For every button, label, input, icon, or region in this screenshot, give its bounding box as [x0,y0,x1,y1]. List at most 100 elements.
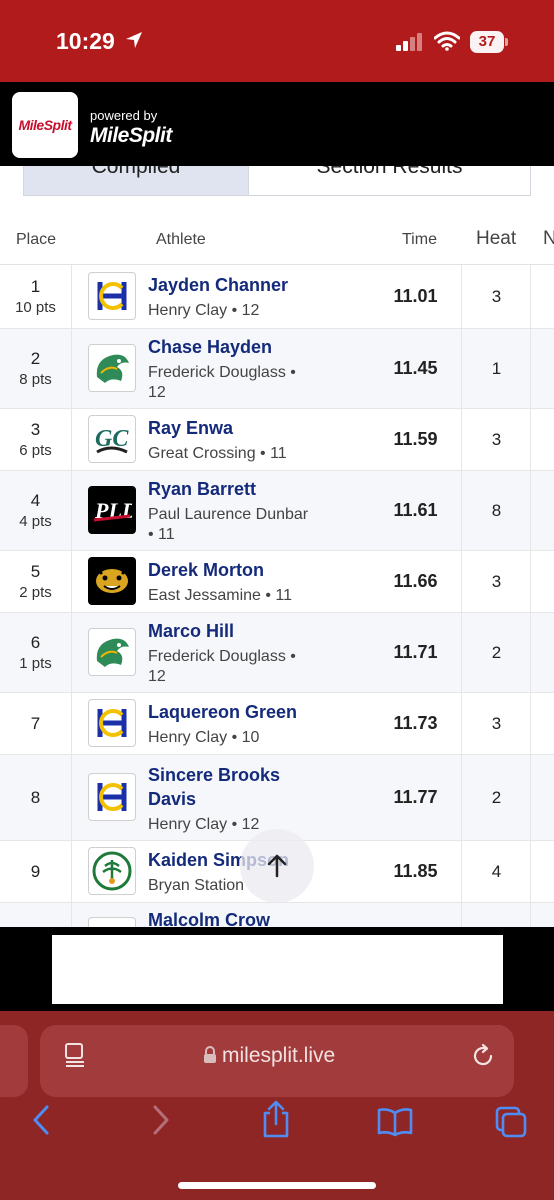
time-cell: 11.66 [370,551,462,612]
table-row[interactable]: 5 2 pts Derek Morton East Jessamine • 11… [0,551,554,613]
place-cell: 5 2 pts [0,551,72,612]
table-row[interactable]: 3 6 pts GC Ray Enwa Great Crossing • 11 … [0,409,554,471]
previous-tab-peek[interactable] [0,1025,28,1097]
column-header-heat[interactable]: Heat [476,228,516,250]
time-cell: 11.77 [370,755,462,840]
place-points: 4 pts [19,513,52,530]
table-row[interactable]: 1 10 pts Jayden Channer Henry Clay • 12 … [0,265,554,329]
place-points: 8 pts [19,371,52,388]
athlete-name-link[interactable]: Chase Hayden [148,337,272,358]
team-logo [88,917,136,927]
athlete-name-link[interactable]: Ryan Barrett [148,479,256,500]
status-bar: 10:29 37 [0,0,554,82]
place-cell: 8 [0,755,72,840]
table-row[interactable]: Malcolm Crow [0,903,554,927]
heat-cell [463,903,531,927]
table-row[interactable]: 4 4 pts PLD Ryan Barrett Paul Laurence D… [0,471,554,551]
place-points: 6 pts [19,442,52,459]
place-cell: 7 [0,693,72,754]
battery-level: 37 [470,31,504,53]
place-cell: 4 4 pts [0,471,72,550]
time-cell: 11.85 [370,841,462,902]
place-cell: 6 1 pts [0,613,72,692]
place-points: 10 pts [15,299,56,316]
home-indicator [178,1182,376,1189]
site-header: MileSplit powered by MileSplit [0,82,554,166]
milesplit-logo[interactable]: MileSplit [12,92,78,158]
time-cell: 11.45 [370,329,462,408]
place-cell: 3 6 pts [0,409,72,470]
ad-placeholder[interactable] [52,935,503,1004]
tab-section-results[interactable]: Section Results [248,166,531,196]
athlete-name-link[interactable]: Sincere Brooks Davis [148,763,318,811]
column-header-athlete[interactable]: Athlete [156,231,206,249]
athlete-school: Henry Clay • 10 [148,729,260,746]
place-points: 2 pts [19,584,52,601]
url-text[interactable]: milesplit.live [222,1044,335,1068]
powered-by-label: powered by [90,108,158,123]
time-cell [370,903,462,927]
tabs-icon[interactable] [494,1105,528,1139]
place-number: 7 [30,713,41,733]
great-crossing-logo: GC [88,415,136,463]
athlete-name-link[interactable]: Ray Enwa [148,418,233,439]
forward-icon[interactable] [150,1103,172,1137]
time-cell: 11.61 [370,471,462,550]
athlete-school: Frederick Douglass • 12 [148,648,296,685]
column-header-overflow[interactable]: N [543,228,554,250]
place-number: 8 [30,787,41,807]
browser-toolbar: milesplit.live [0,1011,554,1200]
heat-cell: 4 [463,841,531,902]
athlete-school: Great Crossing • 11 [148,445,287,462]
heat-cell: 3 [463,551,531,612]
arrow-up-icon [267,854,287,878]
place-number: 1 [30,277,41,296]
place-number: 9 [30,861,41,881]
tab-compiled[interactable]: Compiled [23,166,248,196]
place-cell [0,903,72,927]
scroll-to-top-button[interactable] [240,829,314,903]
results-content: Compiled Section Results Place Athlete T… [0,166,554,927]
bookmarks-icon[interactable] [376,1107,414,1137]
column-header-time[interactable]: Time [402,231,437,249]
place-cell: 2 8 pts [0,329,72,408]
athlete-name-link[interactable]: Jayden Channer [148,275,288,296]
back-icon[interactable] [30,1103,52,1137]
east-jessamine-logo [88,557,136,605]
brand-name: MileSplit [90,124,172,147]
table-row[interactable]: 7 Laquereon Green Henry Clay • 10 11.73 … [0,693,554,755]
result-tabs: Compiled Section Results [23,166,531,196]
reader-mode-icon[interactable] [64,1042,88,1068]
frederick-douglass-logo [88,344,136,392]
henry-clay-logo [88,773,136,821]
ad-banner-area [0,927,554,1011]
place-number: 4 [30,491,41,510]
athlete-name-link[interactable]: Laquereon Green [148,702,297,723]
heat-cell: 8 [463,471,531,550]
status-time: 10:29 [56,28,115,54]
place-number: 6 [30,633,41,652]
place-cell: 1 10 pts [0,265,72,328]
heat-cell: 3 [463,693,531,754]
place-number: 3 [30,420,41,439]
column-header-place[interactable]: Place [16,231,56,249]
wifi-icon [434,31,460,51]
place-cell: 9 [0,841,72,902]
share-icon[interactable] [260,1099,292,1139]
heat-cell: 3 [463,409,531,470]
athlete-name-link[interactable]: Marco Hill [148,621,234,642]
table-row[interactable]: 6 1 pts Marco Hill Frederick Douglass • … [0,613,554,693]
frederick-douglass-logo [88,628,136,676]
athlete-school: East Jessamine • 11 [148,587,293,604]
bryan-station-logo [88,847,136,895]
table-row[interactable]: 2 8 pts Chase Hayden Frederick Douglass … [0,329,554,409]
heat-cell: 3 [463,265,531,328]
athlete-name-link[interactable]: Malcolm Crow [148,910,270,927]
athlete-name-link[interactable]: Derek Morton [148,560,264,581]
athlete-school: Frederick Douglass • 12 [148,364,296,401]
place-points: 1 pts [19,655,52,672]
athlete-school: Paul Laurence Dunbar • 11 [148,506,309,543]
reload-icon[interactable] [470,1043,496,1069]
battery-icon: 37 [470,31,508,53]
place-number: 5 [30,562,41,581]
